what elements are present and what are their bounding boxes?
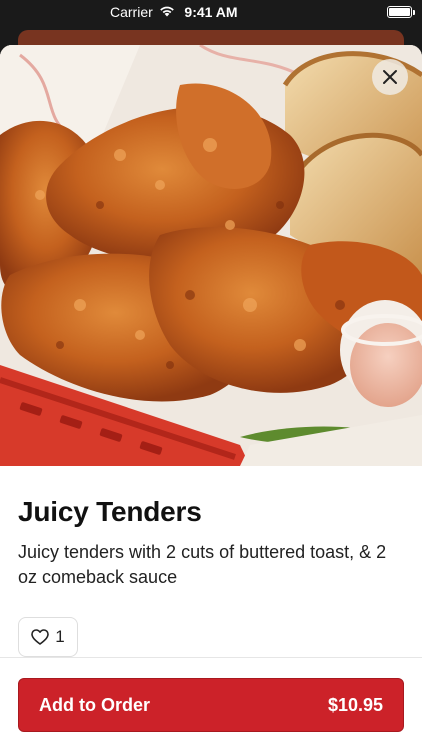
- battery-icon: [387, 6, 415, 18]
- item-detail-sheet: Juicy Tenders Juicy tenders with 2 cuts …: [0, 45, 422, 750]
- item-photo: [0, 45, 422, 466]
- item-title: Juicy Tenders: [18, 496, 202, 527]
- order-price: $10.95: [327, 694, 383, 715]
- close-button[interactable]: [372, 59, 408, 95]
- item-info: Juicy Tenders Juicy tenders with 2 cuts …: [0, 466, 422, 657]
- item-description: Juicy tenders with 2 cuts of buttered to…: [18, 542, 387, 587]
- item-image: [0, 45, 422, 466]
- add-to-order-label: Add to Order: [39, 694, 150, 715]
- status-bar: Carrier 9:41 AM: [0, 0, 422, 26]
- like-count: 1: [55, 627, 65, 646]
- carrier-label: Carrier: [110, 4, 153, 20]
- close-icon: [383, 70, 397, 84]
- status-time: 9:41 AM: [184, 4, 238, 20]
- heart-icon: [31, 629, 50, 645]
- like-button[interactable]: 1: [18, 617, 78, 657]
- carrier-group: Carrier: [110, 4, 175, 20]
- add-to-order-button[interactable]: Add to Order $10.95: [18, 678, 404, 732]
- wifi-icon: [159, 4, 175, 20]
- footer-divider: [0, 657, 422, 658]
